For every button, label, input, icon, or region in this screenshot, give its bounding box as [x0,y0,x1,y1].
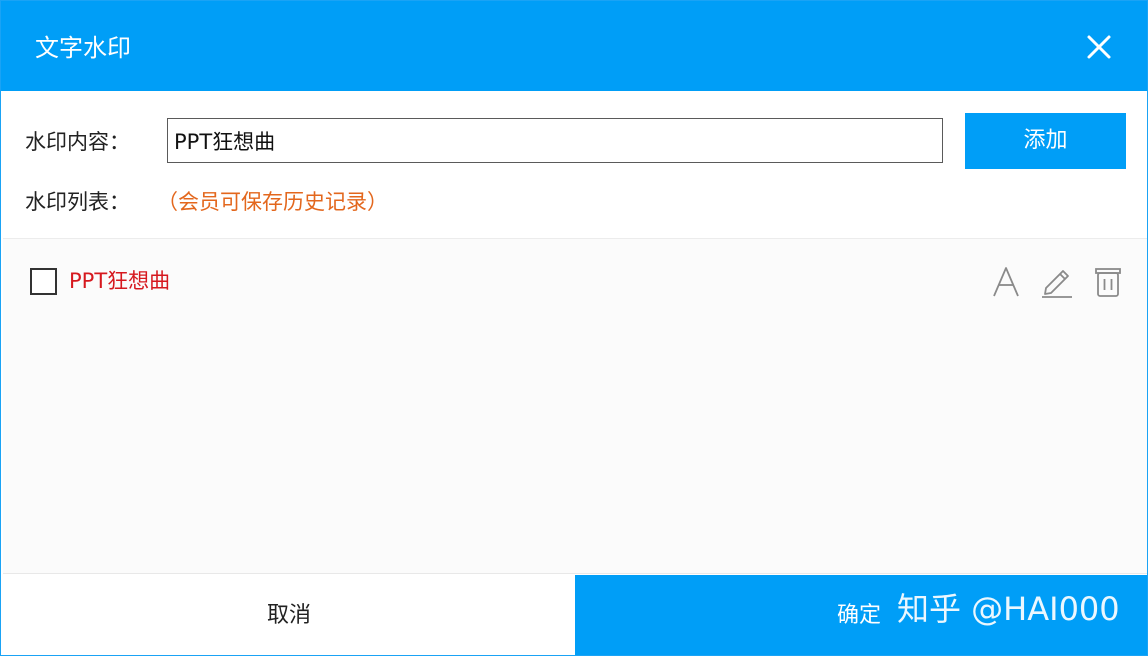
close-icon [1087,35,1111,59]
add-button[interactable]: 添加 [965,113,1126,169]
member-history-note: （会员可保存历史记录） [157,190,388,214]
watermark-list: PPT狂想曲 [3,238,1147,574]
watermark-content-input[interactable] [167,118,943,163]
confirm-button[interactable]: 确定 知乎 @HAI000 [575,575,1147,655]
item-text: PPT狂想曲 [69,269,171,293]
text-watermark-dialog: 文字水印 水印内容： 添加 水印列表： （会员可保存历史记录） PPT狂想曲 [0,0,1148,656]
confirm-label: 确定 [837,603,882,628]
font-icon [993,267,1019,297]
cancel-button[interactable]: 取消 [3,575,575,655]
font-style-button[interactable] [987,263,1025,301]
watermark-list-label: 水印列表： [25,190,130,214]
dialog-titlebar: 文字水印 [1,1,1147,91]
edit-button[interactable] [1037,263,1075,301]
dialog-title: 文字水印 [35,34,131,62]
close-button[interactable] [1081,29,1117,65]
delete-icon [1095,268,1121,297]
watermark-content-label: 水印内容： [25,130,130,154]
edit-icon [1042,270,1072,298]
list-item: PPT狂想曲 [3,239,1147,323]
item-checkbox[interactable] [30,268,57,295]
site-watermark: 知乎 @HAI000 [897,590,1120,628]
delete-button[interactable] [1089,263,1127,301]
